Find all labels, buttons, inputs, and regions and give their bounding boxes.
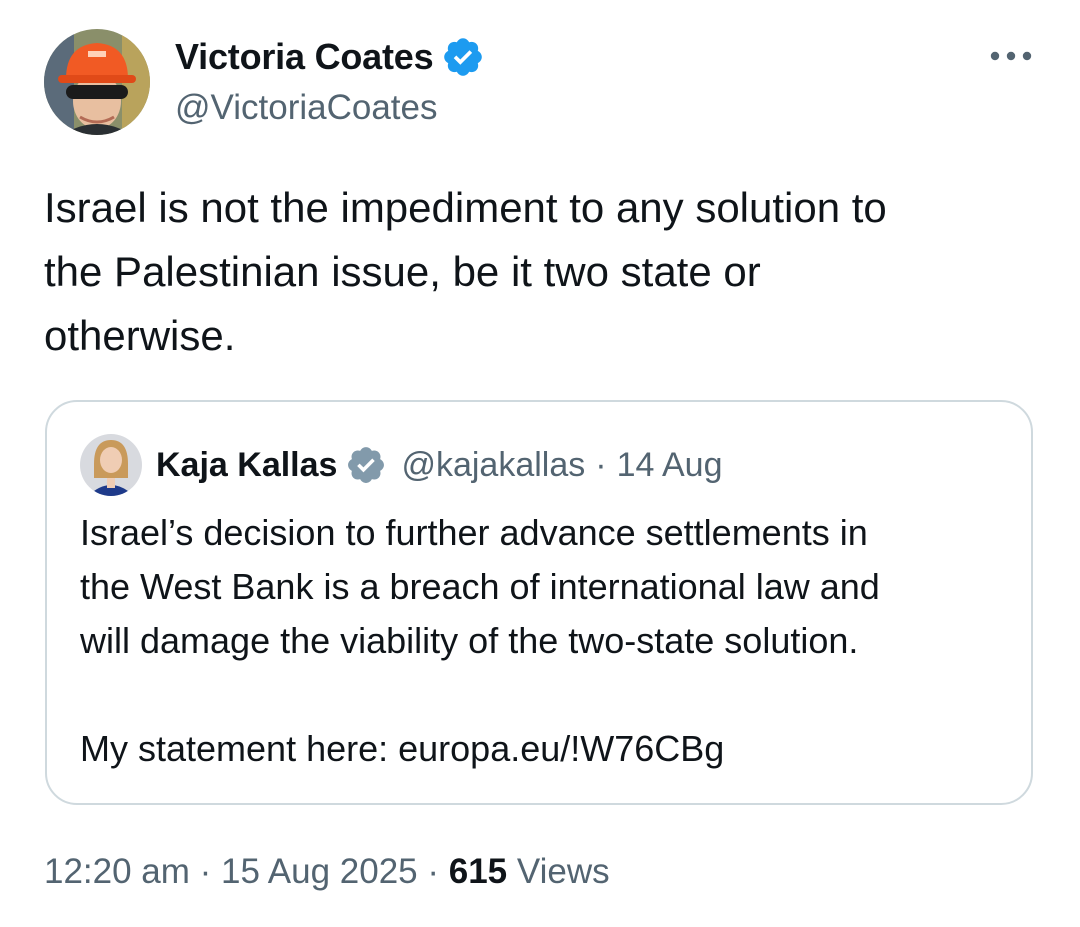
- meta-separator: ·: [189, 852, 222, 891]
- tweet-date[interactable]: 15 Aug 2025: [221, 852, 418, 891]
- quoted-tweet-text: Israel’s decision to further advance set…: [80, 512, 880, 769]
- author-avatar[interactable]: [44, 29, 150, 135]
- author-name[interactable]: Victoria Coates: [175, 36, 434, 78]
- tweet-time[interactable]: 12:20 am: [44, 852, 190, 891]
- person-avatar-icon: [80, 434, 142, 496]
- tweet-meta: 12:20 am · 15 Aug 2025 · 615 Views: [44, 852, 610, 892]
- quoted-author-avatar[interactable]: [80, 434, 142, 496]
- author-handle[interactable]: @VictoriaCoates: [175, 88, 438, 128]
- verified-badge-icon[interactable]: [441, 35, 485, 79]
- tweet: Victoria Coates @VictoriaCoates Israel i…: [0, 0, 1080, 927]
- quoted-tweet-card[interactable]: Kaja Kallas @kajakallas · 14 Aug Israel’…: [45, 400, 1033, 805]
- hardhat-person-avatar-icon: [44, 29, 150, 135]
- quoted-author-name[interactable]: Kaja Kallas: [156, 446, 337, 485]
- views-label: Views: [507, 852, 610, 891]
- quoted-header: Kaja Kallas @kajakallas · 14 Aug: [156, 442, 722, 488]
- meta-separator: ·: [417, 852, 449, 891]
- quoted-author-handle[interactable]: @kajakallas: [401, 446, 585, 485]
- more-horizontal-icon[interactable]: [988, 44, 1034, 68]
- quoted-date[interactable]: 14 Aug: [617, 446, 723, 485]
- tweet-text: Israel is not the impediment to any solu…: [44, 184, 887, 359]
- views-count[interactable]: 615: [449, 852, 507, 891]
- separator-dot: ·: [595, 445, 607, 484]
- author-name-row: Victoria Coates: [175, 34, 485, 80]
- grey-verified-badge-icon[interactable]: [345, 444, 387, 486]
